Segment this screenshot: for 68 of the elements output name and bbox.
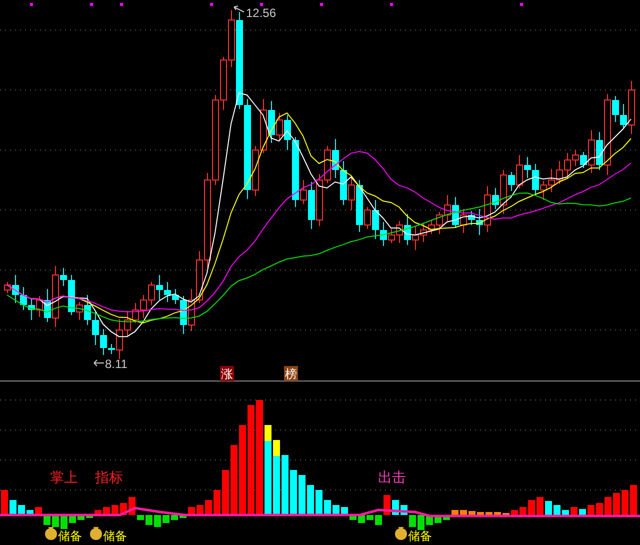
histogram-bar bbox=[545, 501, 552, 515]
histogram-bar bbox=[307, 485, 314, 515]
histogram-bar bbox=[520, 507, 526, 515]
histogram-bar bbox=[494, 512, 501, 515]
histogram-bar bbox=[282, 455, 288, 515]
histogram-bar bbox=[230, 445, 238, 515]
high-price-label: 12.56 bbox=[246, 6, 276, 20]
histogram-bar bbox=[477, 512, 484, 515]
histogram-bar bbox=[171, 515, 178, 520]
histogram-bar bbox=[452, 510, 458, 515]
histogram-bar bbox=[10, 500, 16, 515]
histogram-bar bbox=[94, 510, 102, 515]
low-price-label: 8.11 bbox=[105, 357, 128, 371]
histogram-bar bbox=[536, 497, 544, 515]
histogram-bar bbox=[596, 503, 603, 515]
histogram-bar bbox=[214, 490, 220, 515]
histogram-bar bbox=[1, 490, 8, 515]
histogram-bar bbox=[528, 500, 535, 515]
histogram-bar bbox=[375, 515, 382, 525]
histogram-bar bbox=[112, 505, 118, 515]
indicator-label: 掌上 bbox=[50, 470, 78, 486]
indicator-label: 指标 bbox=[95, 470, 123, 486]
indicator-label: 出击 bbox=[378, 470, 406, 486]
histogram-bar bbox=[205, 500, 212, 515]
signal-label: 储备 bbox=[103, 529, 127, 543]
badge-label: 榜 bbox=[285, 367, 297, 381]
histogram-bar bbox=[443, 515, 450, 520]
histogram-bar bbox=[86, 515, 93, 518]
histogram-bar bbox=[290, 470, 297, 515]
money-bag-icon bbox=[45, 527, 57, 540]
money-bag-icon bbox=[395, 527, 407, 540]
histogram-bar bbox=[26, 510, 34, 515]
histogram-bar bbox=[562, 510, 569, 515]
histogram-bar bbox=[460, 510, 467, 515]
histogram-bar bbox=[511, 510, 518, 515]
histogram-bar bbox=[486, 512, 492, 515]
histogram-bar bbox=[570, 507, 578, 515]
histogram-bar bbox=[180, 515, 186, 518]
signal-label: 储备 bbox=[58, 529, 82, 543]
histogram-bar bbox=[222, 470, 229, 515]
badge-label: 涨 bbox=[221, 367, 233, 381]
histogram-bar bbox=[366, 515, 374, 520]
histogram-bar bbox=[196, 505, 204, 515]
money-bag-icon bbox=[90, 527, 102, 540]
histogram-bar bbox=[162, 515, 170, 523]
histogram-bar bbox=[332, 505, 340, 515]
histogram-bar bbox=[316, 490, 322, 515]
histogram-bar bbox=[324, 500, 331, 515]
histogram-bar bbox=[630, 485, 637, 515]
histogram-bar bbox=[154, 515, 161, 527]
histogram-bar bbox=[579, 509, 586, 515]
histogram-bar bbox=[409, 515, 416, 527]
histogram-bar bbox=[468, 511, 476, 515]
histogram-bar bbox=[622, 490, 628, 515]
histogram-bar bbox=[588, 505, 594, 515]
histogram-bar bbox=[78, 515, 84, 520]
histogram-bar bbox=[604, 497, 612, 515]
signal-label: 储备 bbox=[408, 529, 432, 543]
histogram-bar bbox=[146, 515, 152, 525]
histogram-bar bbox=[137, 515, 144, 520]
histogram-bar bbox=[554, 505, 560, 515]
histogram-bar bbox=[350, 515, 356, 520]
histogram-bar bbox=[18, 505, 25, 515]
high-arrow-icon bbox=[234, 6, 244, 12]
histogram-bar bbox=[418, 515, 424, 530]
histogram-bar bbox=[298, 475, 306, 515]
histogram-bar bbox=[613, 493, 620, 515]
low-arrow-icon bbox=[94, 360, 104, 366]
